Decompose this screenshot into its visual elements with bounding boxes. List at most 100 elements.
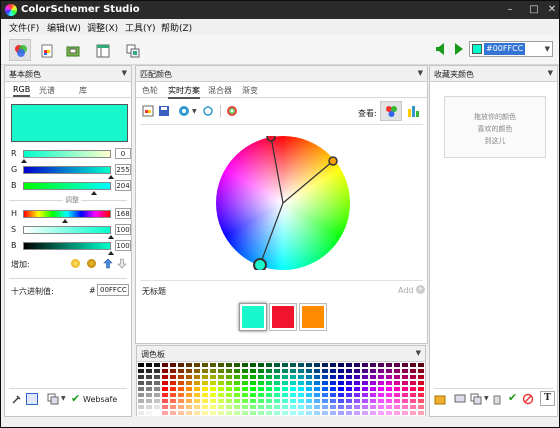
palette-swatch[interactable] [265,410,273,416]
hex-color-combobox[interactable]: #00FFCC ▼ [469,41,553,57]
palette-swatch[interactable] [145,410,153,416]
palette-swatch[interactable] [249,410,257,416]
open-folder-button[interactable] [61,39,83,61]
g-value-field[interactable]: 255 [115,164,131,175]
tab-rgb[interactable]: RGB [13,85,31,97]
palette-swatch[interactable] [273,410,281,416]
websafe-label[interactable]: Websafe [83,395,117,404]
palette-swatch[interactable] [225,410,233,416]
brightness-value-field[interactable]: 100 [115,240,131,251]
close-icon[interactable]: ✕ [539,2,560,17]
r-slider[interactable] [21,150,111,163]
text-style-icon[interactable]: T [540,391,555,406]
no-entry-icon[interactable] [522,393,534,405]
h-slider[interactable] [23,210,111,223]
h-slider-thumb[interactable] [62,219,68,223]
tab-library[interactable]: 库 [79,85,87,96]
palette-swatch[interactable] [281,410,289,416]
palette-swatch[interactable] [193,410,201,416]
chevron-down-icon[interactable]: ▼ [416,349,421,357]
palette-swatch[interactable] [161,410,169,416]
chevron-down-icon[interactable]: ▼ [61,395,66,402]
palette-swatch[interactable] [337,410,345,416]
palette-swatch[interactable] [353,410,361,416]
folder-icon[interactable] [434,393,446,405]
new-scheme-icon[interactable] [142,105,154,117]
palette-swatch[interactable] [385,410,393,416]
palette-swatch[interactable] [393,410,401,416]
scheme-swatch-base[interactable] [240,304,266,330]
palette-swatch[interactable] [401,410,409,416]
palette-swatch[interactable] [361,410,369,416]
palette-swatch[interactable] [257,410,265,416]
palette-swatch[interactable] [153,410,161,416]
color-wheel-icon[interactable] [226,105,238,117]
scheme-swatch-red[interactable] [270,304,296,330]
menu-file[interactable]: 文件(F) [9,21,39,34]
next-color-icon[interactable] [455,43,463,55]
palette-swatch[interactable] [233,410,241,416]
view-wheel-button[interactable] [380,101,402,121]
palette-swatch[interactable] [137,410,145,416]
save-icon[interactable] [158,105,170,117]
scheme-type-icon[interactable] [178,105,190,117]
palette-swatch[interactable] [321,410,329,416]
scheme-marker-red[interactable] [266,136,276,142]
scheme-marker-orange[interactable] [328,156,338,166]
check-icon[interactable]: ✔ [508,391,517,404]
s-value-field[interactable]: 100 [115,224,131,235]
scheme-marker-base[interactable] [253,258,267,270]
menu-adjust[interactable]: 调整(X) [87,21,118,34]
palette-swatch[interactable] [313,410,321,416]
palette-swatch[interactable] [209,410,217,416]
r-slider-thumb[interactable] [21,159,27,163]
table-view-button[interactable] [91,39,113,61]
arrow-down-icon[interactable] [117,258,127,269]
palette-swatch[interactable] [329,410,337,416]
scheme-swatch-orange[interactable] [300,304,326,330]
previous-color-icon[interactable] [436,43,444,55]
copy-button[interactable] [121,39,143,61]
arrow-up-icon[interactable] [103,258,113,269]
new-document-button[interactable] [35,39,57,61]
tab-gradient[interactable]: 渐变 [242,85,258,96]
monitor-icon[interactable] [454,393,466,405]
menu-help[interactable]: 帮助(Z) [161,21,192,34]
palette-swatch[interactable] [217,410,225,416]
copy-icon[interactable] [470,393,482,405]
palette-swatch[interactable] [345,410,353,416]
b-slider-thumb[interactable] [91,191,97,195]
hex-input[interactable]: 00FFCC [97,284,129,296]
delete-icon[interactable] [492,393,502,405]
brightness-slider[interactable] [23,242,114,255]
g-slider[interactable] [23,166,114,179]
chevron-down-icon[interactable]: ▼ [418,69,423,77]
b-slider[interactable] [23,182,111,195]
refresh-icon[interactable] [202,105,214,117]
palette-swatch[interactable] [177,410,185,416]
menu-tools[interactable]: 工具(Y) [125,21,156,34]
palette-swatch[interactable] [169,410,177,416]
tab-mixer[interactable]: 混合器 [208,85,232,96]
chevron-down-icon[interactable]: ▼ [192,108,197,115]
scheme-title[interactable]: 无标题 [142,286,166,297]
copy-icon[interactable] [47,393,59,405]
tab-live-scheme[interactable]: 实时方案 [168,85,200,99]
add-to-favorites-label[interactable]: Add [398,286,414,295]
menu-edit[interactable]: 编辑(W) [47,21,81,34]
chevron-down-icon[interactable]: ▼ [484,395,489,402]
palette-swatch[interactable] [289,410,297,416]
palette-swatch[interactable] [297,410,305,416]
favorites-drop-zone[interactable]: 拖放你的颜色 喜欢的颜色 到这儿 [444,96,546,158]
palette-swatch[interactable] [241,410,249,416]
palette-swatch[interactable] [369,410,377,416]
tab-spectrum[interactable]: 光谱 [39,85,55,96]
s-slider-thumb[interactable] [108,235,114,239]
color-wheel-button[interactable] [9,39,31,61]
palette-swatch[interactable] [409,410,417,416]
brightness-slider-thumb[interactable] [108,251,114,255]
g-slider-thumb[interactable] [108,175,114,179]
add-icon[interactable]: + [416,285,425,294]
palette-swatch[interactable] [417,410,425,416]
chevron-down-icon[interactable]: ▼ [122,69,127,77]
